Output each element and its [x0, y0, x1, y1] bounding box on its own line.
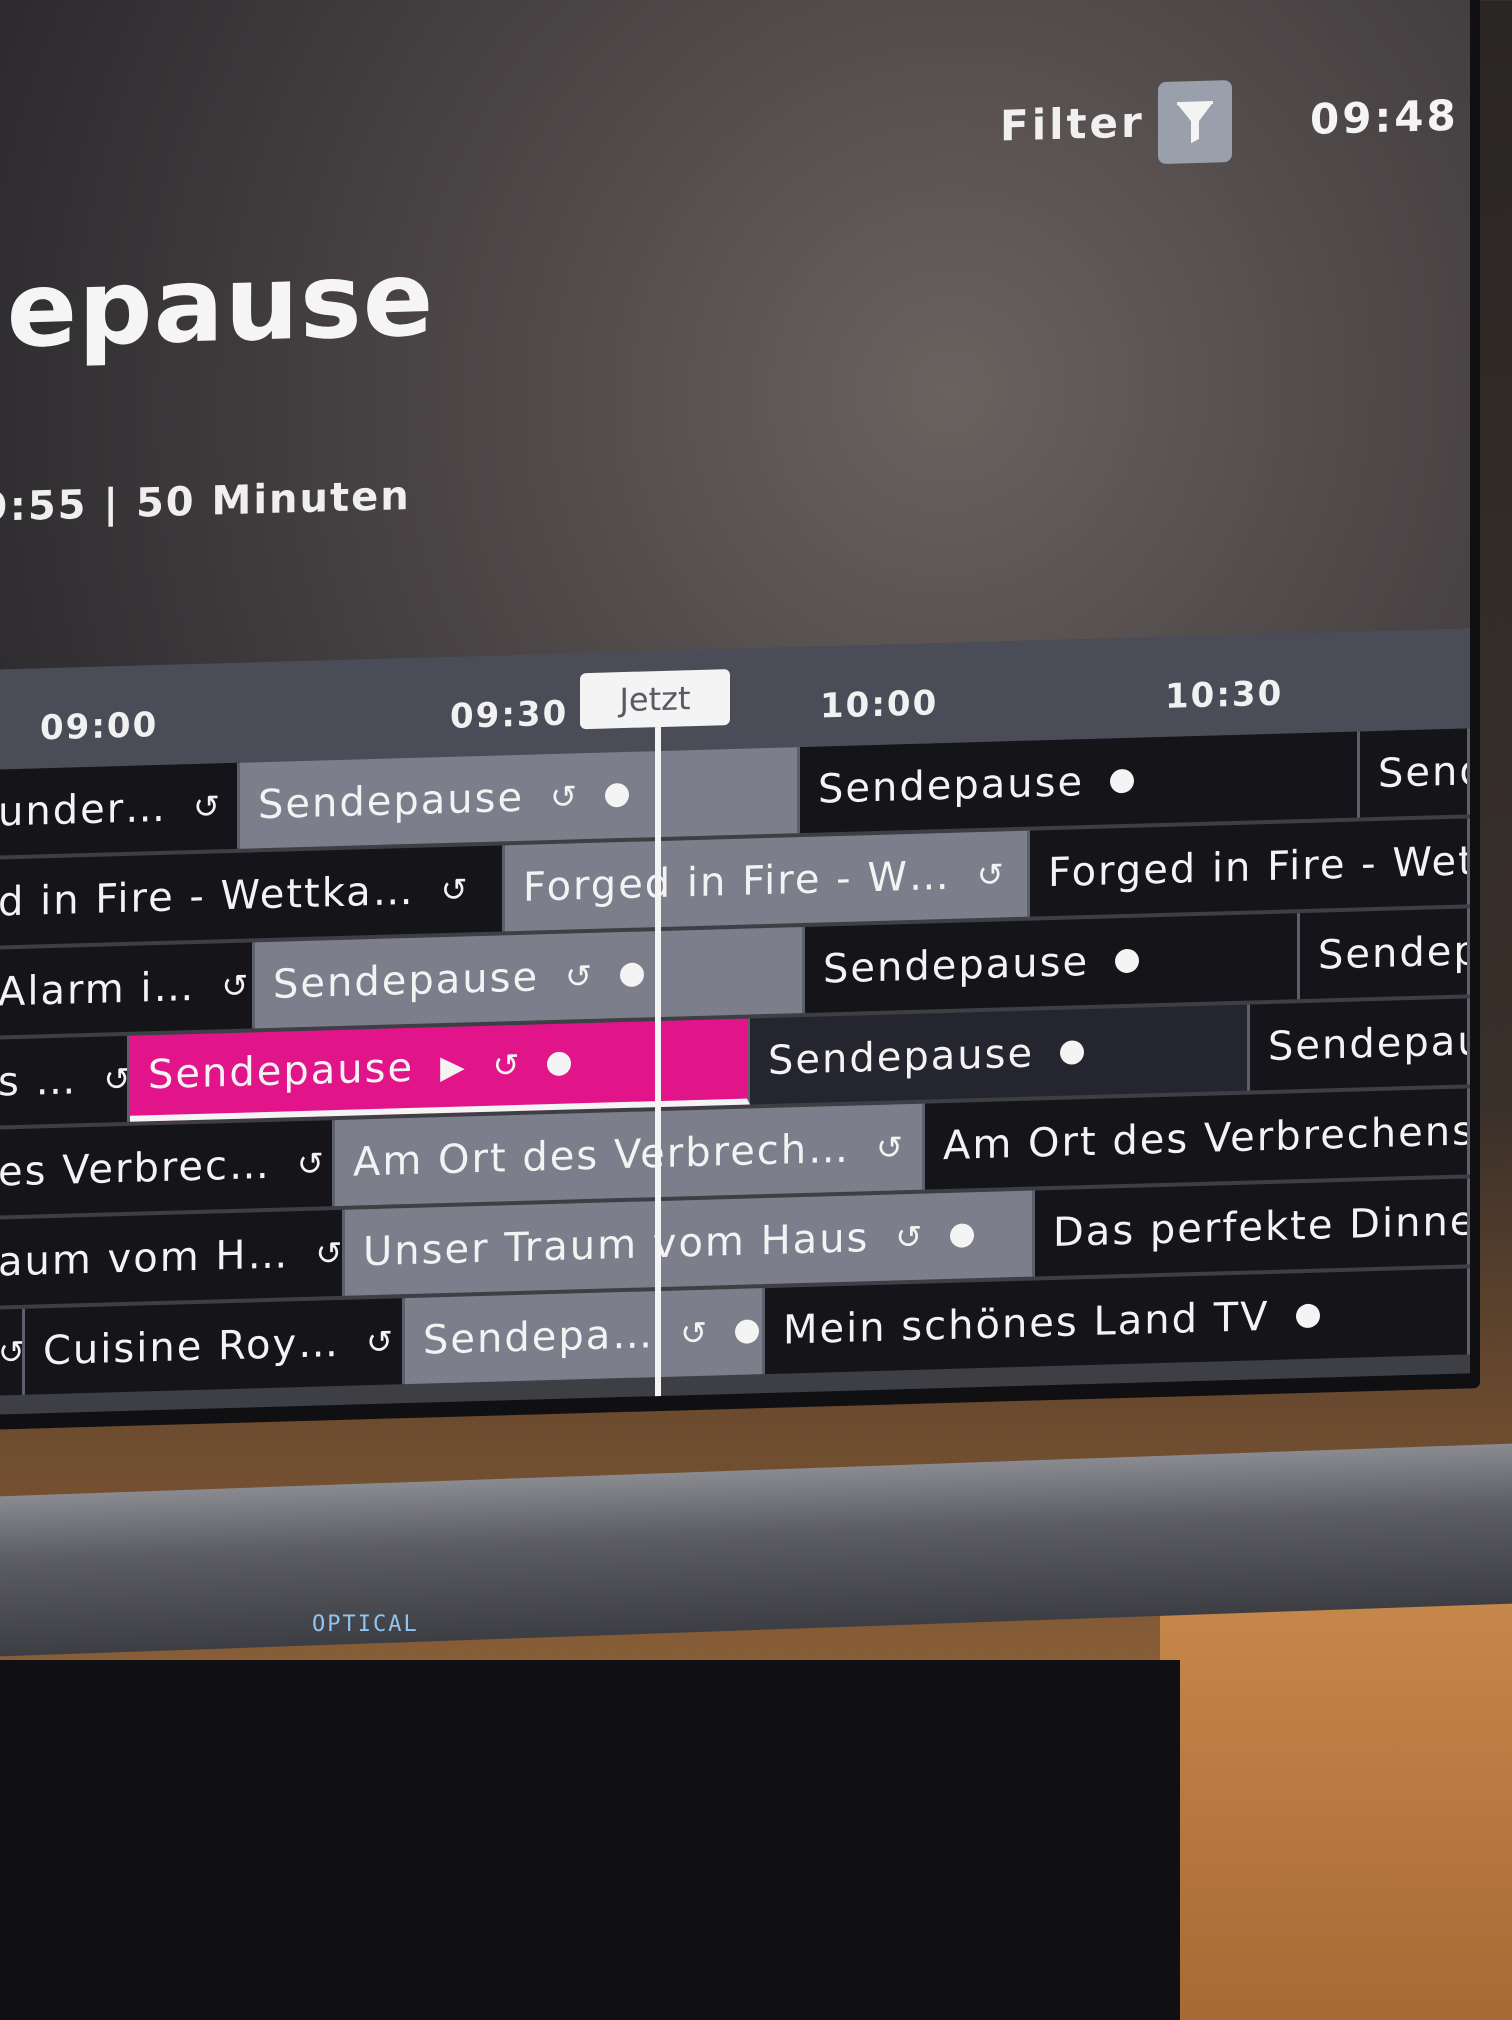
- program-cell[interactable]: Cuisine Roy… ↺: [25, 1298, 405, 1395]
- program-cell[interactable]: Forged in Fire - W… ↺: [505, 830, 1030, 932]
- replay-icon: ↺: [103, 1059, 130, 1099]
- filter-button[interactable]: [1158, 80, 1232, 165]
- replay-icon: ↺: [876, 1128, 905, 1167]
- filter-label: Filter: [1000, 97, 1145, 151]
- replay-icon: ↺: [492, 1045, 522, 1085]
- record-dot-icon: [735, 1319, 760, 1344]
- soundbar-display: OPTICAL: [312, 1612, 419, 1637]
- replay-icon: ↺: [0, 1332, 25, 1372]
- replay-icon: ↺: [440, 870, 470, 910]
- program-cell[interactable]: d in Fire - Wettka… ↺: [0, 845, 505, 946]
- program-meta: 9:55 | 50 Minuten: [0, 472, 411, 531]
- record-dot-icon: [1115, 948, 1140, 974]
- record-dot-icon: [1110, 768, 1135, 794]
- replay-icon: ↺: [193, 787, 222, 827]
- clock: 09:48: [1310, 90, 1459, 144]
- tv-frame: Filter 09:48 lepause 9:55 | 50 Minuten 0…: [0, 0, 1480, 1431]
- program-cell[interactable]: under… ↺: [0, 762, 240, 856]
- program-cell[interactable]: Sendepa: [1300, 908, 1470, 1000]
- record-dot-icon: [950, 1223, 975, 1248]
- program-cell[interactable]: s … ↺: [0, 1035, 130, 1126]
- program-cell[interactable]: Send: [1360, 728, 1470, 818]
- program-cell[interactable]: Am Ort des Verbrech… ↺: [335, 1103, 925, 1207]
- replay-icon: ↺: [297, 1144, 326, 1184]
- program-cell[interactable]: Sendepause: [750, 1004, 1250, 1105]
- program-cell[interactable]: Mein schönes Land TV: [765, 1268, 1470, 1375]
- time-tick-0900: 09:00: [40, 705, 159, 749]
- time-tick-1000: 10:00: [820, 683, 939, 727]
- record-dot-icon: [619, 962, 644, 988]
- program-cell[interactable]: Forged in Fire - Wettka: [1030, 818, 1470, 917]
- replay-icon: ↺: [315, 1233, 345, 1273]
- replay-icon: ↺: [895, 1217, 925, 1257]
- play-icon: ▶: [440, 1047, 467, 1087]
- program-cell[interactable]: Am Ort des Verbrechens…: [925, 1088, 1470, 1190]
- replay-icon: ↺: [565, 956, 594, 996]
- program-cell[interactable]: Sendepause: [805, 913, 1300, 1013]
- now-line: [655, 726, 661, 1416]
- replay-icon: ↺: [976, 855, 1006, 895]
- replay-icon: ↺: [221, 966, 251, 1006]
- program-cell[interactable]: es Verbrec… ↺: [0, 1120, 335, 1216]
- program-cell[interactable]: Sendepa… ↺: [405, 1288, 765, 1385]
- record-dot-icon: [547, 1051, 572, 1077]
- wooden-cabinet: [1160, 1560, 1512, 2020]
- filter-icon: [1177, 101, 1213, 144]
- record-dot-icon: [604, 782, 629, 808]
- tv-screen: Filter 09:48 lepause 9:55 | 50 Minuten 0…: [0, 0, 1470, 1416]
- program-cell[interactable]: Sendepaus: [1250, 998, 1470, 1091]
- program-cell[interactable]: ↺: [0, 1308, 25, 1396]
- glass-cabinet: [0, 1660, 1180, 2020]
- time-tick-0930: 09:30: [450, 693, 569, 737]
- replay-icon: ↺: [680, 1313, 710, 1353]
- program-cell[interactable]: Unser Traum vom Haus ↺: [345, 1190, 1035, 1296]
- epg-guide: 09:00 09:30 10:00 10:30 Jetzt under… ↺ Se…: [0, 628, 1470, 1416]
- program-cell[interactable]: Sendepause ↺: [255, 926, 805, 1029]
- replay-icon: ↺: [550, 777, 579, 817]
- program-cell[interactable]: Alarm i… ↺: [0, 942, 255, 1036]
- program-title: lepause: [0, 237, 435, 373]
- now-marker: Jetzt: [580, 669, 730, 730]
- record-dot-icon: [1060, 1040, 1085, 1065]
- time-tick-1030: 10:30: [1165, 673, 1284, 717]
- record-dot-icon: [1295, 1303, 1320, 1329]
- program-cell[interactable]: aum vom H… ↺: [0, 1209, 345, 1306]
- program-cell[interactable]: Sendepause ↺: [240, 747, 800, 849]
- replay-icon: ↺: [366, 1322, 395, 1362]
- program-cell[interactable]: Sendepause: [800, 731, 1360, 834]
- program-cell[interactable]: Das perfekte Dinner: [1035, 1178, 1470, 1277]
